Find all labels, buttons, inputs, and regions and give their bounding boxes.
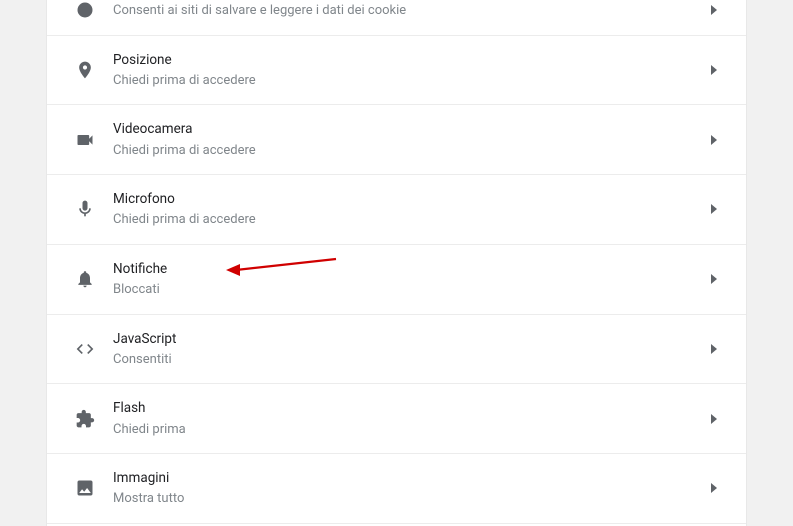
setting-subtitle: Consenti ai siti di salvare e leggere i … (113, 1, 702, 21)
setting-subtitle: Chiedi prima di accedere (113, 210, 702, 230)
chevron-right-icon (702, 5, 726, 15)
cookie-icon (63, 0, 107, 20)
bell-icon (63, 269, 107, 289)
plugin-icon (63, 409, 107, 429)
setting-row-location[interactable]: Posizione Chiedi prima di accedere (47, 36, 746, 106)
image-icon (63, 478, 107, 498)
setting-title: JavaScript (113, 329, 702, 349)
setting-title: Microfono (113, 189, 702, 209)
setting-subtitle: Chiedi prima di accedere (113, 71, 702, 91)
setting-subtitle: Consentiti (113, 350, 702, 370)
setting-subtitle: Bloccati (113, 280, 702, 300)
setting-subtitle: Chiedi prima (113, 420, 702, 440)
setting-title: Immagini (113, 468, 702, 488)
setting-row-camera[interactable]: Videocamera Chiedi prima di accedere (47, 105, 746, 175)
chevron-right-icon (702, 65, 726, 75)
chevron-right-icon (702, 274, 726, 284)
setting-row-notifications[interactable]: Notifiche Bloccati (47, 245, 746, 315)
setting-row-microphone[interactable]: Microfono Chiedi prima di accedere (47, 175, 746, 245)
settings-panel: Consenti ai siti di salvare e leggere i … (46, 0, 747, 526)
setting-subtitle: Chiedi prima di accedere (113, 141, 702, 161)
setting-title: Flash (113, 398, 702, 418)
setting-subtitle: Mostra tutto (113, 489, 702, 509)
chevron-right-icon (702, 204, 726, 214)
camera-icon (63, 130, 107, 150)
code-icon (63, 339, 107, 359)
setting-title: Notifiche (113, 259, 702, 279)
setting-row-flash[interactable]: Flash Chiedi prima (47, 384, 746, 454)
chevron-right-icon (702, 414, 726, 424)
setting-row-images[interactable]: Immagini Mostra tutto (47, 454, 746, 524)
setting-title: Videocamera (113, 119, 702, 139)
setting-row-javascript[interactable]: JavaScript Consentiti (47, 315, 746, 385)
chevron-right-icon (702, 135, 726, 145)
microphone-icon (63, 199, 107, 219)
setting-row-cookies[interactable]: Consenti ai siti di salvare e leggere i … (47, 0, 746, 36)
setting-title: Posizione (113, 50, 702, 70)
chevron-right-icon (702, 344, 726, 354)
location-icon (63, 60, 107, 80)
chevron-right-icon (702, 483, 726, 493)
